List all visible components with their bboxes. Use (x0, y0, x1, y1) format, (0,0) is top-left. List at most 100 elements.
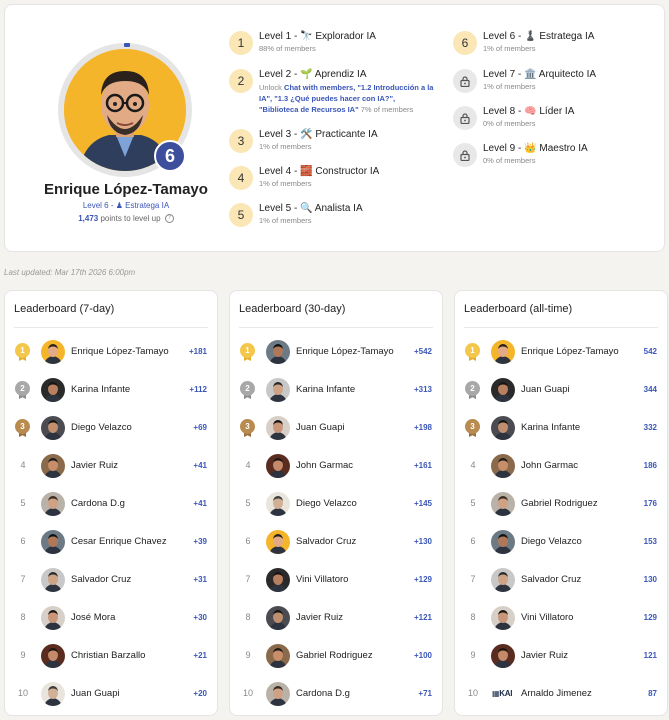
member-avatar[interactable] (491, 492, 515, 516)
leaderboard-row[interactable]: 6 Salvador Cruz +130 (230, 527, 442, 557)
leaderboard-row[interactable]: 3 Karina Infante 332 (455, 413, 667, 443)
rank-number: 2 (15, 381, 30, 396)
leaderboard-row[interactable]: 4 John Garmac +161 (230, 451, 442, 481)
member-avatar[interactable] (266, 568, 290, 592)
leaderboard-row[interactable]: 2 Juan Guapi 344 (455, 375, 667, 405)
member-avatar[interactable] (491, 454, 515, 478)
leaderboard-row[interactable]: 5 Diego Velazco +145 (230, 489, 442, 519)
leaderboard-row[interactable]: 9 Christian Barzallo +21 (5, 641, 217, 671)
member-name[interactable]: José Mora (71, 612, 181, 623)
member-logo[interactable]: ▦KAI (492, 689, 512, 698)
member-avatar[interactable] (41, 644, 65, 668)
help-icon[interactable]: ? (164, 214, 174, 224)
leaderboard-row[interactable]: 7 Salvador Cruz +31 (5, 565, 217, 595)
rank-number: 6 (470, 536, 476, 546)
leaderboard-row[interactable]: 6 Diego Velazco 153 (455, 527, 667, 557)
member-name[interactable]: Javier Ruiz (71, 460, 181, 471)
member-avatar[interactable] (491, 416, 515, 440)
leaderboard-row[interactable]: 3 Juan Guapi +198 (230, 413, 442, 443)
member-name[interactable]: Vini Villatoro (521, 612, 631, 623)
member-avatar[interactable] (41, 340, 65, 364)
member-name[interactable]: Diego Velazco (521, 536, 631, 547)
leaderboard-row[interactable]: 8 Vini Villatoro 129 (455, 603, 667, 633)
member-name[interactable]: Karina Infante (521, 422, 631, 433)
member-name[interactable]: Juan Guapi (296, 422, 406, 433)
leaderboard-row[interactable]: 8 Javier Ruiz +121 (230, 603, 442, 633)
leaderboard-row[interactable]: 1 Enrique López-Tamayo +181 (5, 337, 217, 367)
leaderboard-row[interactable]: 9 Javier Ruiz 121 (455, 641, 667, 671)
member-name[interactable]: Christian Barzallo (71, 650, 181, 661)
member-avatar[interactable] (266, 530, 290, 554)
unlock-prefix: Unlock (259, 83, 282, 92)
leaderboard-row[interactable]: 5 Cardona D.g +41 (5, 489, 217, 519)
member-name[interactable]: Arnaldo Jimenez (521, 688, 631, 699)
member-name[interactable]: Juan Guapi (521, 384, 631, 395)
member-avatar[interactable] (266, 416, 290, 440)
member-name[interactable]: Cardona D.g (71, 498, 181, 509)
member-avatar[interactable] (491, 644, 515, 668)
level-number: 1 (229, 31, 253, 55)
member-name[interactable]: John Garmac (296, 460, 406, 471)
member-name[interactable]: Enrique López-Tamayo (521, 346, 631, 357)
member-avatar[interactable] (41, 682, 65, 706)
profile-level: Level 6 - ♟ Estratega IA (25, 201, 227, 210)
leaderboard-row[interactable]: 3 Diego Velazco +69 (5, 413, 217, 443)
member-avatar[interactable] (266, 682, 290, 706)
member-points: +71 (418, 689, 432, 698)
member-avatar[interactable] (491, 378, 515, 402)
member-name[interactable]: Gabriel Rodriguez (296, 650, 406, 661)
member-avatar[interactable] (266, 644, 290, 668)
member-name[interactable]: Salvador Cruz (521, 574, 631, 585)
member-name[interactable]: Cardona D.g (296, 688, 406, 699)
leaderboard-row[interactable]: 4 John Garmac 186 (455, 451, 667, 481)
member-name[interactable]: Javier Ruiz (296, 612, 406, 623)
member-points: +41 (193, 499, 207, 508)
leaderboard-row[interactable]: 7 Salvador Cruz 130 (455, 565, 667, 595)
member-avatar[interactable] (266, 492, 290, 516)
member-avatar[interactable] (491, 530, 515, 554)
member-avatar[interactable] (41, 416, 65, 440)
member-name[interactable]: Salvador Cruz (296, 536, 406, 547)
leaderboard-row[interactable]: 7 Vini Villatoro +129 (230, 565, 442, 595)
member-avatar[interactable] (266, 340, 290, 364)
member-avatar[interactable] (266, 606, 290, 630)
member-avatar[interactable] (491, 606, 515, 630)
leaderboard-row[interactable]: 6 Cesar Enrique Chavez +39 (5, 527, 217, 557)
leaderboard-row[interactable]: 2 Karina Infante +313 (230, 375, 442, 405)
member-name[interactable]: Enrique López-Tamayo (71, 346, 181, 357)
leaderboard-row[interactable]: 4 Javier Ruiz +41 (5, 451, 217, 481)
member-name[interactable]: Karina Infante (296, 384, 406, 395)
leaderboard-row[interactable]: 9 Gabriel Rodriguez +100 (230, 641, 442, 671)
member-avatar[interactable] (41, 378, 65, 402)
leaderboard-row[interactable]: 10 ▦KAI Arnaldo Jimenez 87 (455, 679, 667, 709)
member-avatar[interactable] (266, 378, 290, 402)
leaderboard-row[interactable]: 10 Juan Guapi +20 (5, 679, 217, 709)
member-avatar[interactable] (491, 568, 515, 592)
leaderboard-row[interactable]: 8 José Mora +30 (5, 603, 217, 633)
member-name[interactable]: Enrique López-Tamayo (296, 346, 406, 357)
leaderboard-row[interactable]: 2 Karina Infante +112 (5, 375, 217, 405)
member-name[interactable]: Cesar Enrique Chavez (71, 536, 181, 547)
leaderboard-row[interactable]: 1 Enrique López-Tamayo 542 (455, 337, 667, 367)
level-title: Level 1 - 🔭 Explorador IA (259, 31, 376, 42)
member-avatar[interactable] (41, 492, 65, 516)
member-name[interactable]: Karina Infante (71, 384, 181, 395)
lock-icon (453, 69, 477, 93)
member-name[interactable]: Gabriel Rodriguez (521, 498, 631, 509)
member-avatar[interactable] (41, 568, 65, 592)
member-name[interactable]: John Garmac (521, 460, 631, 471)
member-name[interactable]: Vini Villatoro (296, 574, 406, 585)
member-avatar[interactable] (266, 454, 290, 478)
member-name[interactable]: Diego Velazco (296, 498, 406, 509)
member-name[interactable]: Juan Guapi (71, 688, 181, 699)
member-name[interactable]: Diego Velazco (71, 422, 181, 433)
member-name[interactable]: Javier Ruiz (521, 650, 631, 661)
member-avatar[interactable] (491, 340, 515, 364)
member-avatar[interactable] (41, 606, 65, 630)
member-name[interactable]: Salvador Cruz (71, 574, 181, 585)
leaderboard-row[interactable]: 5 Gabriel Rodriguez 176 (455, 489, 667, 519)
leaderboard-row[interactable]: 1 Enrique López-Tamayo +542 (230, 337, 442, 367)
member-avatar[interactable] (41, 530, 65, 554)
member-avatar[interactable] (41, 454, 65, 478)
leaderboard-row[interactable]: 10 Cardona D.g +71 (230, 679, 442, 709)
